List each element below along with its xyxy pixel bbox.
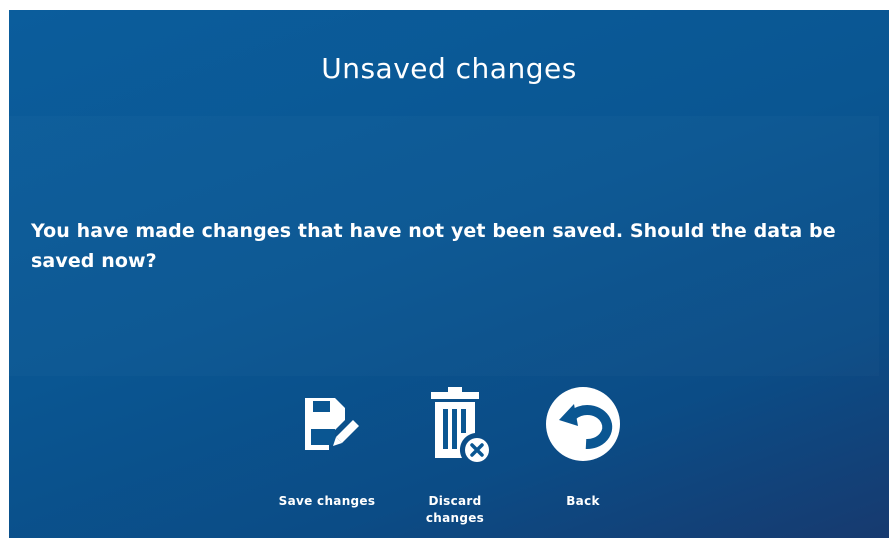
save-changes-label: Save changes (278, 494, 376, 508)
floppy-edit-icon (305, 398, 359, 450)
discard-changes-label: Discard changes (425, 494, 485, 525)
undo-arrow-icon (546, 387, 620, 461)
trash-x-icon (431, 387, 489, 462)
discard-changes-button[interactable]: Discard changes (400, 386, 510, 531)
back-label: Back (566, 494, 600, 508)
unsaved-changes-dialog: Unsaved changes You have made changes th… (9, 10, 889, 538)
back-button[interactable]: Back (528, 386, 638, 531)
dialog-title: Unsaved changes (321, 52, 577, 85)
dialog-message: You have made changes that have not yet … (31, 220, 836, 272)
save-changes-button[interactable]: Save changes (272, 386, 382, 531)
